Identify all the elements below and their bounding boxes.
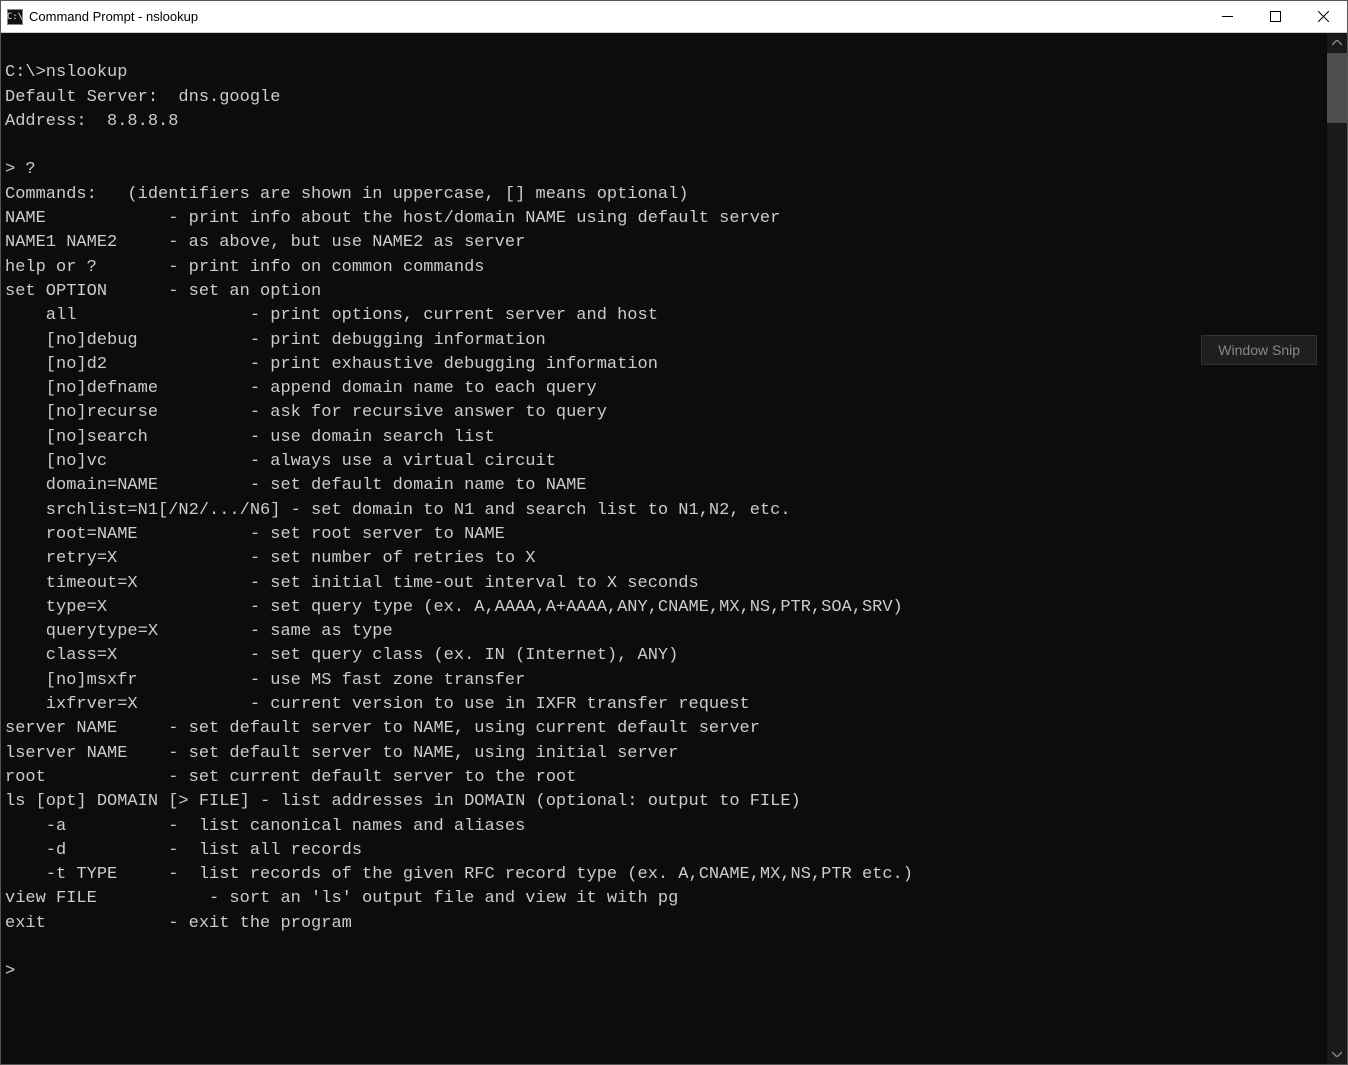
client-area: C:\>nslookup Default Server: dns.google … (1, 33, 1347, 1064)
terminal-output[interactable]: C:\>nslookup Default Server: dns.google … (1, 33, 1327, 1064)
window-snip-overlay[interactable]: Window Snip (1201, 335, 1317, 365)
close-button[interactable] (1299, 1, 1347, 32)
scroll-down-arrow-icon[interactable] (1327, 1044, 1347, 1064)
window-controls (1203, 1, 1347, 32)
window-title: Command Prompt - nslookup (29, 9, 198, 24)
minimize-button[interactable] (1203, 1, 1251, 32)
maximize-button[interactable] (1251, 1, 1299, 32)
app-window: C:\ Command Prompt - nslookup C:\>nslook… (0, 0, 1348, 1065)
scroll-up-arrow-icon[interactable] (1327, 33, 1347, 53)
titlebar[interactable]: C:\ Command Prompt - nslookup (1, 1, 1347, 33)
titlebar-left: C:\ Command Prompt - nslookup (1, 9, 198, 25)
vertical-scrollbar[interactable] (1327, 33, 1347, 1064)
app-icon: C:\ (7, 9, 23, 25)
scroll-thumb[interactable] (1327, 53, 1347, 123)
